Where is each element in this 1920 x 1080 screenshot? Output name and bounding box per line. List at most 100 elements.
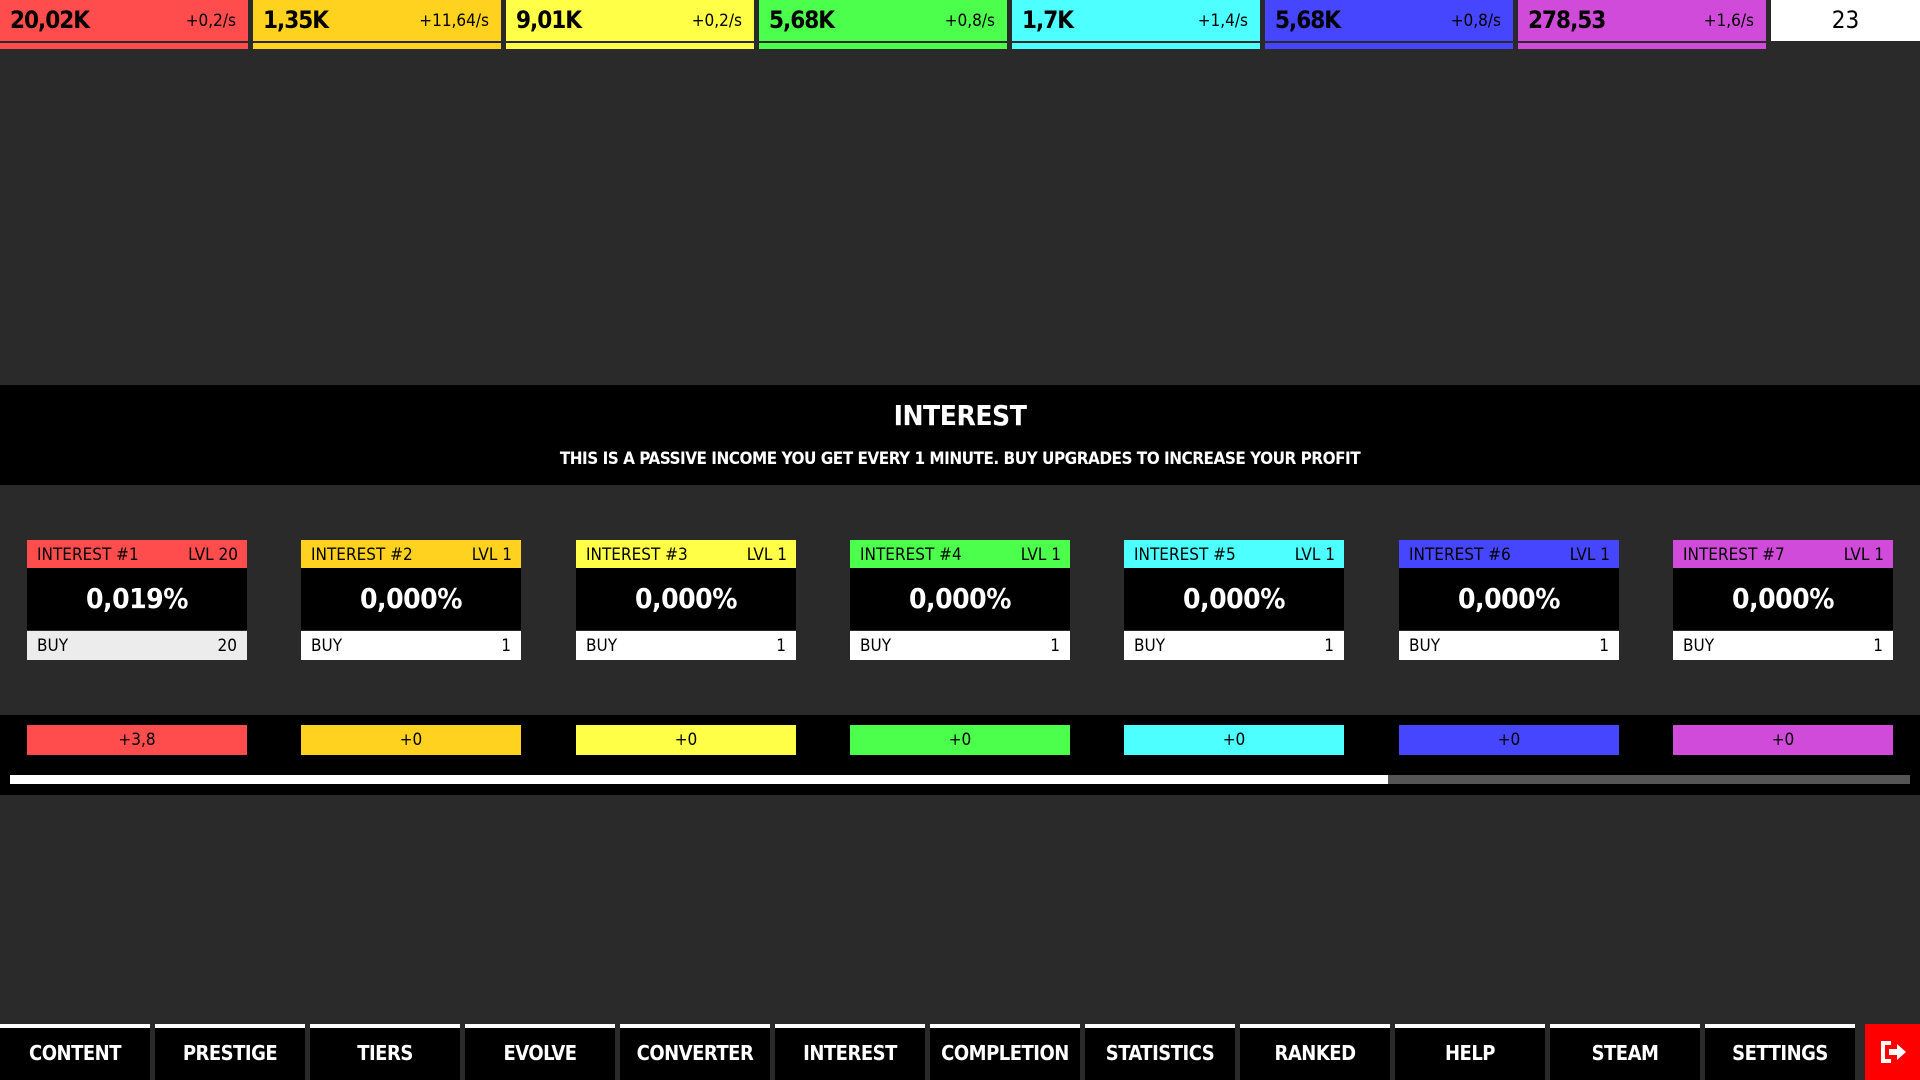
interest-gains: +3,8 +0 +0 +0 +0 +0 +0 bbox=[0, 715, 1920, 795]
card-name: INTEREST #1 bbox=[37, 545, 139, 565]
interest-card-7: INTEREST #7 LVL 1 0,000% BUY 1 bbox=[1673, 540, 1893, 660]
buy-count: 1 bbox=[1324, 636, 1334, 656]
page-description: THIS IS A PASSIVE INCOME YOU GET EVERY 1… bbox=[559, 449, 1361, 469]
nav-ranked[interactable]: RANKED bbox=[1240, 1024, 1390, 1080]
resource-rate: +0,2/s bbox=[691, 11, 742, 31]
buy-button-3[interactable]: BUY 1 bbox=[576, 631, 796, 660]
card-percent: 0,000% bbox=[1124, 568, 1344, 630]
nav-interest[interactable]: INTEREST bbox=[775, 1024, 925, 1080]
resource-underline bbox=[1012, 43, 1260, 49]
buy-count: 1 bbox=[1873, 636, 1883, 656]
gain-7: +0 bbox=[1673, 725, 1893, 755]
nav-help[interactable]: HELP bbox=[1395, 1024, 1545, 1080]
buy-count: 20 bbox=[217, 636, 237, 656]
resource-rate: +0,2/s bbox=[185, 11, 236, 31]
exit-icon bbox=[1881, 1041, 1906, 1063]
resource-underline bbox=[759, 43, 1007, 49]
card-percent: 0,000% bbox=[850, 568, 1070, 630]
nav-prestige[interactable]: PRESTIGE bbox=[155, 1024, 305, 1080]
buy-label: BUY bbox=[311, 636, 343, 656]
interest-progress-fill bbox=[10, 775, 1388, 784]
card-header: INTEREST #7 LVL 1 bbox=[1673, 540, 1893, 568]
resource-blue: 5,68K +0,8/s bbox=[1265, 0, 1513, 50]
resource-amount: 5,68K bbox=[769, 6, 835, 34]
buy-button-1[interactable]: BUY 20 bbox=[27, 631, 247, 660]
interest-header: INTEREST THIS IS A PASSIVE INCOME YOU GE… bbox=[0, 385, 1920, 485]
resource-amount: 278,53 bbox=[1528, 6, 1606, 34]
buy-button-5[interactable]: BUY 1 bbox=[1124, 631, 1344, 660]
gain-2: +0 bbox=[301, 725, 521, 755]
buy-button-7[interactable]: BUY 1 bbox=[1673, 631, 1893, 660]
buy-button-2[interactable]: BUY 1 bbox=[301, 631, 521, 660]
card-name: INTEREST #6 bbox=[1409, 545, 1511, 565]
card-header: INTEREST #4 LVL 1 bbox=[850, 540, 1070, 568]
interest-card-2: INTEREST #2 LVL 1 0,000% BUY 1 bbox=[301, 540, 521, 660]
card-header: INTEREST #1 LVL 20 bbox=[27, 540, 247, 568]
exit-button[interactable] bbox=[1865, 1024, 1920, 1080]
interest-card-1: INTEREST #1 LVL 20 0,019% BUY 20 bbox=[27, 540, 247, 660]
card-percent: 0,019% bbox=[27, 568, 247, 630]
resource-rate: +1,6/s bbox=[1703, 11, 1754, 31]
resource-amount: 9,01K bbox=[516, 6, 582, 34]
buy-count: 1 bbox=[1599, 636, 1609, 656]
resource-underline bbox=[1265, 43, 1513, 49]
gain-5: +0 bbox=[1124, 725, 1344, 755]
card-percent: 0,000% bbox=[576, 568, 796, 630]
card-level: LVL 1 bbox=[471, 545, 512, 565]
resource-rate: +0,8/s bbox=[944, 11, 995, 31]
card-name: INTEREST #3 bbox=[586, 545, 688, 565]
card-percent: 0,000% bbox=[301, 568, 521, 630]
card-header: INTEREST #3 LVL 1 bbox=[576, 540, 796, 568]
card-name: INTEREST #4 bbox=[860, 545, 962, 565]
resource-amount: 5,68K bbox=[1275, 6, 1341, 34]
resource-rate: +0,8/s bbox=[1450, 11, 1501, 31]
card-header: INTEREST #5 LVL 1 bbox=[1124, 540, 1344, 568]
resource-underline bbox=[506, 43, 754, 49]
buy-label: BUY bbox=[860, 636, 892, 656]
buy-label: BUY bbox=[37, 636, 69, 656]
resource-purple: 278,53 +1,6/s bbox=[1518, 0, 1766, 50]
resource-underline bbox=[253, 43, 501, 49]
nav-completion[interactable]: COMPLETION bbox=[930, 1024, 1080, 1080]
nav-converter[interactable]: CONVERTER bbox=[620, 1024, 770, 1080]
nav-settings[interactable]: SETTINGS bbox=[1705, 1024, 1855, 1080]
buy-count: 1 bbox=[776, 636, 786, 656]
nav-content[interactable]: CONTENT bbox=[0, 1024, 150, 1080]
card-name: INTEREST #7 bbox=[1683, 545, 1785, 565]
buy-button-6[interactable]: BUY 1 bbox=[1399, 631, 1619, 660]
nav-statistics[interactable]: STATISTICS bbox=[1085, 1024, 1235, 1080]
nav-tiers[interactable]: TIERS bbox=[310, 1024, 460, 1080]
bottom-nav: CONTENT PRESTIGE TIERS EVOLVE CONVERTER … bbox=[0, 1024, 1920, 1080]
resource-rate: +1,4/s bbox=[1197, 11, 1248, 31]
resource-green: 5,68K +0,8/s bbox=[759, 0, 1007, 50]
nav-steam[interactable]: STEAM bbox=[1550, 1024, 1700, 1080]
card-header: INTEREST #6 LVL 1 bbox=[1399, 540, 1619, 568]
resource-amount: 1,7K bbox=[1022, 6, 1074, 34]
resource-orange: 1,35K +11,64/s bbox=[253, 0, 501, 50]
gain-3: +0 bbox=[576, 725, 796, 755]
page-title: INTEREST bbox=[893, 399, 1027, 432]
card-name: INTEREST #5 bbox=[1134, 545, 1236, 565]
interest-card-3: INTEREST #3 LVL 1 0,000% BUY 1 bbox=[576, 540, 796, 660]
gain-1: +3,8 bbox=[27, 725, 247, 755]
resource-red: 20,02K +0,2/s bbox=[0, 0, 248, 50]
resource-amount: 20,02K bbox=[10, 6, 90, 34]
nav-evolve[interactable]: EVOLVE bbox=[465, 1024, 615, 1080]
buy-count: 1 bbox=[501, 636, 511, 656]
resource-cyan: 1,7K +1,4/s bbox=[1012, 0, 1260, 50]
card-level: LVL 1 bbox=[1569, 545, 1610, 565]
resource-underline bbox=[1518, 43, 1766, 49]
resource-underline bbox=[0, 43, 248, 49]
card-level: LVL 1 bbox=[1294, 545, 1335, 565]
interest-cards: INTEREST #1 LVL 20 0,019% BUY 20 INTERES… bbox=[0, 540, 1920, 660]
resource-amount: 1,35K bbox=[263, 6, 329, 34]
buy-button-4[interactable]: BUY 1 bbox=[850, 631, 1070, 660]
interest-card-5: INTEREST #5 LVL 1 0,000% BUY 1 bbox=[1124, 540, 1344, 660]
gain-6: +0 bbox=[1399, 725, 1619, 755]
card-percent: 0,000% bbox=[1399, 568, 1619, 630]
resource-bar: 20,02K +0,2/s 1,35K +11,64/s 9,01K +0,2/… bbox=[0, 0, 1920, 50]
buy-label: BUY bbox=[1409, 636, 1441, 656]
interest-card-6: INTEREST #6 LVL 1 0,000% BUY 1 bbox=[1399, 540, 1619, 660]
resource-yellow: 9,01K +0,2/s bbox=[506, 0, 754, 50]
interest-progress-bar bbox=[10, 775, 1910, 784]
